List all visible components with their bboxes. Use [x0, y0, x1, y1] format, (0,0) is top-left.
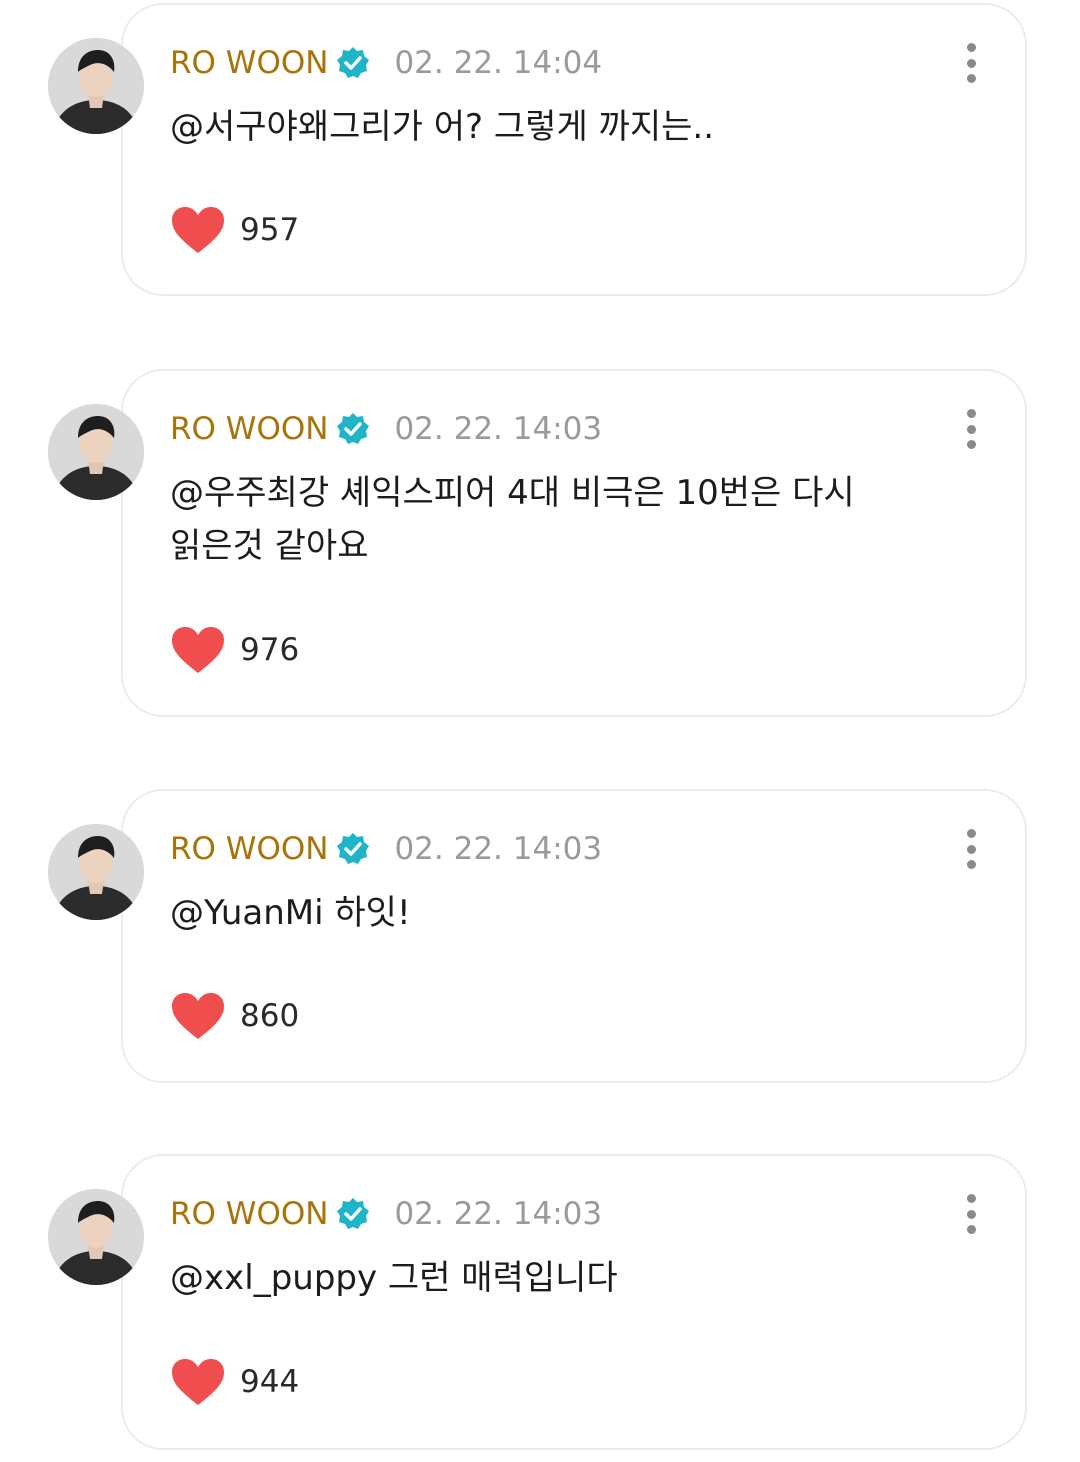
comment-timestamp: 02. 22. 14:03: [394, 411, 603, 447]
comment-timestamp: 02. 22. 14:03: [394, 1196, 603, 1232]
comment-bubble: RO WOON 02. 22. 14:03 @YuanMi 하잇! 860: [121, 789, 1027, 1083]
comment-timestamp: 02. 22. 14:04: [394, 45, 603, 81]
heart-icon: [172, 1359, 224, 1405]
comment-header: RO WOON 02. 22. 14:03: [170, 829, 602, 869]
heart-icon: [172, 627, 224, 673]
comment-item: RO WOON 02. 22. 14:03 @YuanMi 하잇! 860: [0, 786, 1080, 1086]
like-count: 976: [240, 632, 300, 668]
like-count: 860: [240, 998, 300, 1034]
verified-badge-icon: [337, 413, 370, 444]
author-name[interactable]: RO WOON: [170, 1196, 328, 1232]
comment-text: @xxl_puppy 그런 매력입니다: [170, 1258, 618, 1298]
more-options-button[interactable]: [961, 1194, 981, 1234]
author-name[interactable]: RO WOON: [170, 411, 328, 447]
comment-item: RO WOON 02. 22. 14:03 @우주최강 셰익스피어 4대 비극은…: [0, 366, 1080, 718]
comment-item: RO WOON 02. 22. 14:04 @서구야왜그리가 어? 그렇게 까지…: [0, 0, 1080, 300]
comment-item: RO WOON 02. 22. 14:03 @xxl_puppy 그런 매력입니…: [0, 1151, 1080, 1451]
more-vertical-icon: [966, 409, 976, 418]
comment-text: @우주최강 셰익스피어 4대 비극은 10번은 다시 읽은것 같아요: [170, 473, 855, 566]
more-vertical-icon: [966, 43, 976, 52]
heart-icon: [172, 993, 224, 1039]
more-vertical-icon: [966, 1194, 976, 1203]
comment-text: @YuanMi 하잇!: [170, 893, 411, 933]
profile-photo: [48, 824, 144, 920]
comment-timestamp: 02. 22. 14:03: [394, 831, 603, 867]
like-count: 944: [240, 1364, 300, 1400]
avatar[interactable]: [48, 824, 144, 920]
comment-text: @서구야왜그리가 어? 그렇게 까지는..: [170, 107, 715, 147]
comment-bubble: RO WOON 02. 22. 14:03 @우주최강 셰익스피어 4대 비극은…: [121, 369, 1027, 717]
more-options-button[interactable]: [961, 829, 981, 869]
verified-badge-icon: [337, 1198, 370, 1229]
comment-header: RO WOON 02. 22. 14:03: [170, 409, 602, 449]
comment-bubble: RO WOON 02. 22. 14:04 @서구야왜그리가 어? 그렇게 까지…: [121, 3, 1027, 296]
like-button[interactable]: 944: [170, 1356, 299, 1408]
more-options-button[interactable]: [961, 409, 981, 449]
verified-badge-icon: [337, 47, 370, 78]
comment-bubble: RO WOON 02. 22. 14:03 @xxl_puppy 그런 매력입니…: [121, 1154, 1027, 1450]
like-button[interactable]: 957: [170, 204, 299, 256]
comment-header: RO WOON 02. 22. 14:03: [170, 1194, 602, 1234]
avatar[interactable]: [48, 1189, 144, 1285]
avatar[interactable]: [48, 38, 144, 134]
avatar[interactable]: [48, 404, 144, 500]
author-name[interactable]: RO WOON: [170, 45, 328, 81]
like-button[interactable]: 976: [170, 624, 299, 676]
heart-icon: [172, 207, 224, 253]
like-button[interactable]: 860: [170, 990, 299, 1042]
verified-badge-icon: [337, 833, 370, 864]
profile-photo: [48, 1189, 144, 1285]
profile-photo: [48, 404, 144, 500]
like-count: 957: [240, 212, 300, 248]
comment-header: RO WOON 02. 22. 14:04: [170, 43, 602, 83]
profile-photo: [48, 38, 144, 134]
more-options-button[interactable]: [961, 43, 981, 83]
more-vertical-icon: [966, 829, 976, 838]
author-name[interactable]: RO WOON: [170, 831, 328, 867]
